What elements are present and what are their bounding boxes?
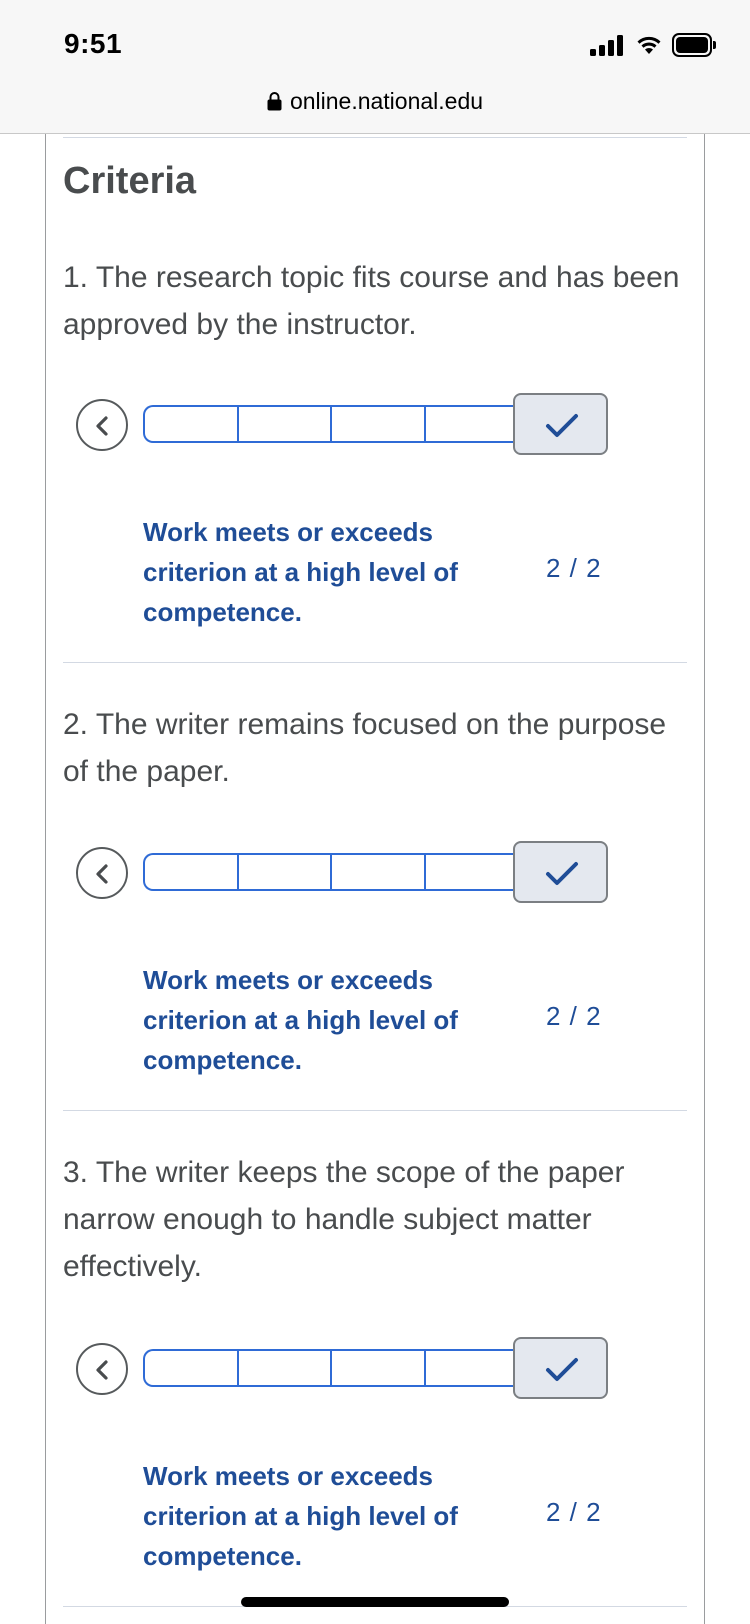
status-time: 9:51 — [64, 28, 123, 59]
previous-level-button[interactable] — [76, 399, 128, 451]
chevron-left-icon — [96, 416, 108, 436]
battery-icon — [672, 33, 716, 57]
url-bar[interactable]: online.national.edu — [0, 88, 750, 115]
level-description: Work meets or exceeds criterion at a hig… — [143, 1461, 458, 1571]
selected-level-button[interactable] — [513, 393, 608, 455]
previous-level-button[interactable] — [76, 847, 128, 899]
page-title: Criteria — [63, 160, 197, 202]
criterion-score: 2 / 2 — [546, 1497, 602, 1527]
level-track[interactable] — [143, 405, 519, 443]
signal-icon — [590, 34, 626, 56]
level-description: Work meets or exceeds criterion at a hig… — [143, 965, 458, 1075]
url-text: online.national.edu — [289, 88, 484, 114]
chevron-left-icon — [96, 864, 108, 884]
selected-level-button[interactable] — [513, 841, 608, 903]
criterion-text: 3. The writer keeps the scope of the pap… — [63, 1156, 625, 1283]
browser-top-bar: 9:51 online.national.edu — [0, 0, 750, 134]
checkmark-icon — [546, 1358, 578, 1381]
selected-level-button[interactable] — [513, 1337, 608, 1399]
level-track[interactable] — [143, 853, 519, 891]
checkmark-icon — [546, 862, 578, 885]
criterion-score: 2 / 2 — [546, 553, 602, 583]
home-indicator[interactable] — [241, 1597, 509, 1607]
level-description: Work meets or exceeds criterion at a hig… — [143, 517, 458, 627]
criterion-text: 2. The writer remains focused on the pur… — [63, 708, 667, 788]
previous-level-button[interactable] — [76, 1343, 128, 1395]
divider — [63, 137, 687, 138]
chevron-left-icon — [96, 1360, 108, 1380]
level-slider[interactable] — [76, 1337, 608, 1399]
criterion-score: 2 / 2 — [546, 1001, 602, 1031]
checkmark-icon — [546, 414, 578, 437]
level-track[interactable] — [143, 1349, 519, 1387]
wifi-icon — [637, 36, 661, 54]
level-slider[interactable] — [76, 393, 608, 455]
criterion-text: 1. The research topic fits course and ha… — [63, 261, 680, 341]
level-slider[interactable] — [76, 841, 608, 903]
divider — [63, 1110, 687, 1111]
lock-icon — [267, 92, 282, 111]
divider — [63, 662, 687, 663]
